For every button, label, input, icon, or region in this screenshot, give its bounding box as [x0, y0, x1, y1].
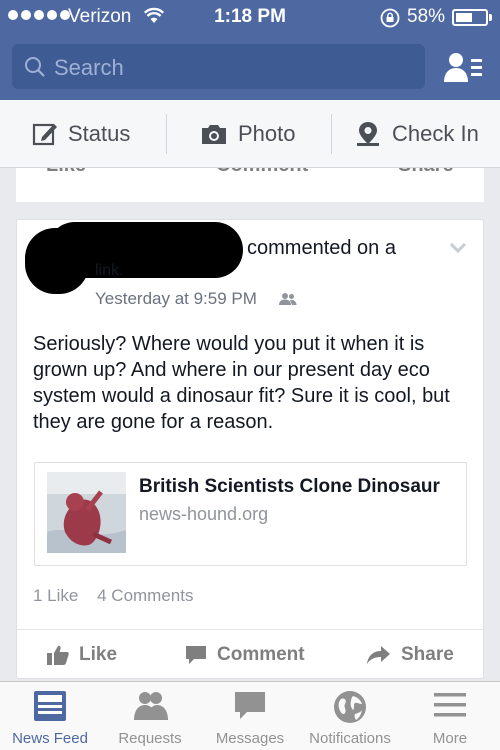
check-in-label: Check In: [392, 121, 479, 146]
comment-bubble-icon: [186, 646, 206, 664]
engagement-counts: 1 Like 4 Comments: [33, 586, 193, 606]
share-button[interactable]: Share: [367, 644, 454, 666]
tab-news-feed-label: News Feed: [12, 730, 88, 747]
actions-divider: [17, 629, 483, 630]
pencil-square-icon: [32, 123, 57, 146]
tab-news-feed[interactable]: News Feed: [0, 682, 100, 750]
story-timestamp[interactable]: Yesterday at 9:59 PM: [95, 289, 257, 309]
link-thumbnail: [47, 472, 126, 553]
camera-icon: [202, 125, 226, 144]
search-input[interactable]: Search: [12, 44, 425, 89]
globe-icon: [334, 691, 366, 723]
friends-audience-icon[interactable]: [279, 292, 297, 306]
status-button[interactable]: Status: [32, 100, 130, 168]
rotation-lock-icon: [380, 8, 400, 28]
story-action-link[interactable]: link.: [95, 262, 123, 280]
photo-label: Photo: [238, 121, 296, 146]
story-body-text: Seriously? Where would you put it when i…: [33, 333, 450, 433]
menu-icon: [434, 693, 466, 717]
friend-requests-icon[interactable]: [442, 50, 484, 86]
top-bar: Verizon 1:18 PM 58% Search: [0, 0, 500, 100]
check-in-button[interactable]: Check In: [354, 100, 479, 168]
like-label: Like: [79, 644, 118, 665]
news-feed-icon: [34, 691, 66, 721]
photo-button[interactable]: Photo: [200, 100, 296, 168]
composer-bar: Status Photo Check In: [0, 100, 500, 168]
status-label: Status: [68, 121, 131, 146]
status-bar: Verizon 1:18 PM 58%: [0, 0, 500, 34]
comment-button[interactable]: Comment: [185, 644, 305, 666]
battery-tip: [489, 14, 492, 21]
messages-icon: [235, 692, 265, 719]
link-domain: news-hound.org: [139, 504, 269, 524]
search-placeholder: Search: [54, 55, 124, 80]
link-title: British Scientists Clone Dinosaur: [139, 476, 440, 497]
tab-more-label: More: [432, 730, 468, 747]
share-arrow-icon: [367, 646, 390, 664]
tab-more[interactable]: More: [400, 682, 500, 750]
tab-requests-label: Requests: [118, 730, 182, 747]
story-card: commented on a link. Yesterday at 9:59 P…: [16, 219, 484, 679]
tab-requests[interactable]: Requests: [100, 682, 200, 750]
composer-divider: [166, 114, 167, 154]
tab-messages[interactable]: Messages: [200, 682, 300, 750]
tab-messages-label: Messages: [215, 730, 285, 747]
battery-icon: [452, 9, 488, 26]
tab-notifications[interactable]: Notifications: [300, 682, 400, 750]
tab-notifications-label: Notifications: [309, 730, 391, 747]
redacted-author-name: [47, 222, 243, 278]
comments-count[interactable]: 4 Comments: [97, 586, 193, 605]
chevron-down-icon[interactable]: [449, 242, 467, 254]
link-preview[interactable]: British Scientists Clone Dinosaur news-h…: [34, 462, 467, 566]
composer-divider: [331, 114, 332, 154]
tab-bar: News Feed Requests Messages Notification…: [0, 681, 500, 750]
thumbs-up-icon: [47, 645, 69, 665]
story-action-text: commented on a: [247, 237, 396, 259]
comment-label: Comment: [217, 644, 305, 665]
share-label: Share: [401, 644, 454, 665]
previous-story-actions: Like Comment Share: [16, 168, 484, 202]
like-button[interactable]: Like: [47, 644, 117, 666]
map-pin-icon: [357, 122, 379, 146]
search-icon: [25, 57, 45, 77]
likes-count[interactable]: 1 Like: [33, 586, 78, 605]
previous-like-button[interactable]: Like: [46, 168, 86, 177]
previous-share-button[interactable]: Share: [398, 168, 454, 177]
battery-percent: 58%: [407, 6, 446, 27]
requests-icon: [134, 692, 168, 720]
previous-comment-button[interactable]: Comment: [216, 168, 308, 177]
